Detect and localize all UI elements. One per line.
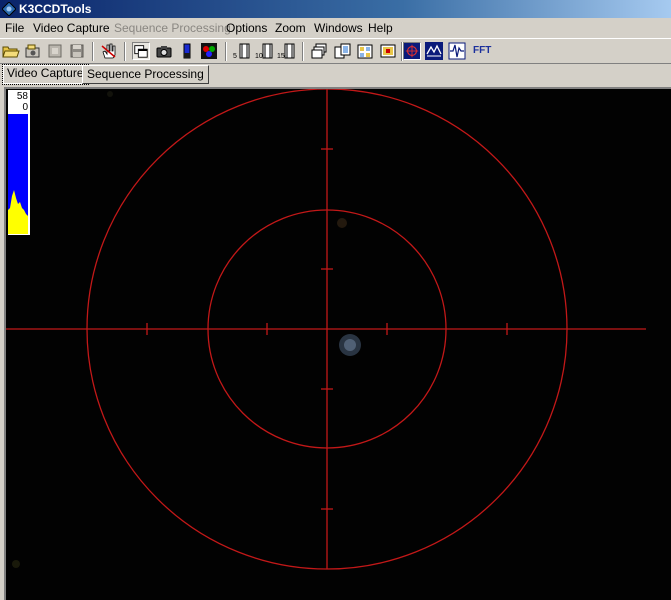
reticle-overlay: [6, 89, 646, 570]
frames-10-label: 10: [255, 53, 263, 60]
menu-bar: File Video Capture Sequence Processing O…: [0, 18, 671, 38]
video-viewport[interactable]: 58 0: [4, 87, 671, 600]
multi-window-icon[interactable]: [310, 42, 328, 60]
histogram-chart: [8, 114, 28, 234]
histogram-max: 58: [16, 91, 28, 102]
faint-star: [337, 218, 347, 228]
window-title: K3CCDTools: [19, 2, 92, 16]
menu-file[interactable]: File: [5, 21, 24, 35]
open-folder-icon[interactable]: [2, 42, 20, 60]
app-icon[interactable]: [2, 2, 16, 16]
menu-sequence-processing[interactable]: Sequence Processing: [114, 21, 231, 35]
toolbar-separator: [225, 42, 227, 61]
frames-5-icon[interactable]: 5: [233, 42, 251, 60]
toolbar-separator: [124, 42, 126, 61]
crosshair-icon[interactable]: [403, 42, 421, 60]
capture-icon[interactable]: [24, 42, 42, 60]
waveform-icon[interactable]: [448, 42, 466, 60]
menu-zoom[interactable]: Zoom: [275, 21, 306, 35]
frames-10-icon[interactable]: 10: [255, 42, 273, 60]
menu-options[interactable]: Options: [226, 21, 267, 35]
faint-star: [12, 560, 20, 568]
film-strip-icon[interactable]: [333, 42, 351, 60]
tab-strip: Video Capture Sequence Processing: [0, 64, 671, 86]
window-icon[interactable]: [132, 42, 150, 60]
brightness-icon[interactable]: [178, 42, 196, 60]
toolbar-separator: [92, 42, 94, 61]
frames-15-icon[interactable]: 15: [277, 42, 295, 60]
save-icon[interactable]: [68, 42, 86, 60]
faint-star: [107, 91, 113, 97]
toolbar: 5 10 15 FFT: [0, 38, 671, 64]
hand-tool-icon[interactable]: [100, 42, 118, 60]
star-core: [344, 339, 356, 351]
histogram-icon[interactable]: [425, 42, 443, 60]
fft-button[interactable]: FFT: [473, 45, 491, 56]
frames-15-label: 15: [277, 53, 285, 60]
menu-windows[interactable]: Windows: [314, 21, 363, 35]
film-select-icon[interactable]: [379, 42, 397, 60]
menu-help[interactable]: Help: [368, 21, 393, 35]
film-icon[interactable]: [46, 42, 64, 60]
toolbar-separator: [302, 42, 304, 61]
histogram-min: 0: [22, 102, 28, 113]
film-stack-icon[interactable]: [356, 42, 374, 60]
camera-icon[interactable]: [155, 42, 173, 60]
tab-sequence-processing[interactable]: Sequence Processing: [82, 65, 209, 84]
title-bar[interactable]: K3CCDTools: [0, 0, 671, 18]
tab-video-capture[interactable]: Video Capture: [2, 64, 89, 85]
frames-5-label: 5: [233, 53, 237, 60]
rgb-icon[interactable]: [200, 42, 218, 60]
histogram-panel: 58 0: [8, 90, 30, 235]
menu-video-capture[interactable]: Video Capture: [33, 21, 110, 35]
